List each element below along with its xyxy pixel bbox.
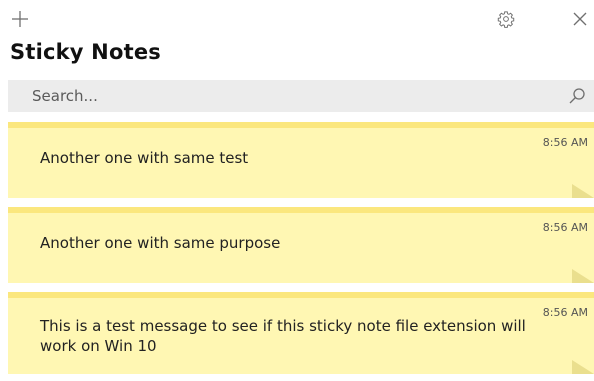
search-input[interactable] (8, 80, 548, 112)
note-corner-fold (572, 184, 594, 198)
note-timestamp: 8:56 AM (542, 136, 588, 149)
search-box (8, 80, 594, 112)
note-text: Another one with same test (40, 149, 249, 167)
note-text: Another one with same purpose (40, 234, 281, 252)
note-card[interactable]: 8:56 AM Another one with same purpose (8, 207, 594, 283)
notes-list: 8:56 AM Another one with same test 8:56 … (8, 122, 594, 381)
settings-button[interactable] (478, 0, 534, 38)
note-timestamp: 8:56 AM (542, 306, 588, 319)
note-corner-fold (572, 360, 594, 374)
plus-icon (12, 11, 28, 27)
page-title: Sticky Notes (10, 40, 161, 64)
search-icon[interactable] (568, 87, 586, 105)
note-timestamp: 8:56 AM (542, 221, 588, 234)
close-button[interactable] (566, 0, 594, 38)
note-card[interactable]: 8:56 AM This is a test message to see if… (8, 292, 594, 374)
close-icon (573, 12, 587, 26)
add-note-button[interactable] (0, 0, 40, 38)
sticky-notes-window: Sticky Notes 8:56 AM Another one with sa… (0, 0, 594, 381)
gear-icon (497, 11, 515, 28)
title-bar (0, 0, 594, 38)
note-text: This is a test message to see if this st… (40, 317, 526, 355)
note-card[interactable]: 8:56 AM Another one with same test (8, 122, 594, 198)
note-corner-fold (572, 269, 594, 283)
